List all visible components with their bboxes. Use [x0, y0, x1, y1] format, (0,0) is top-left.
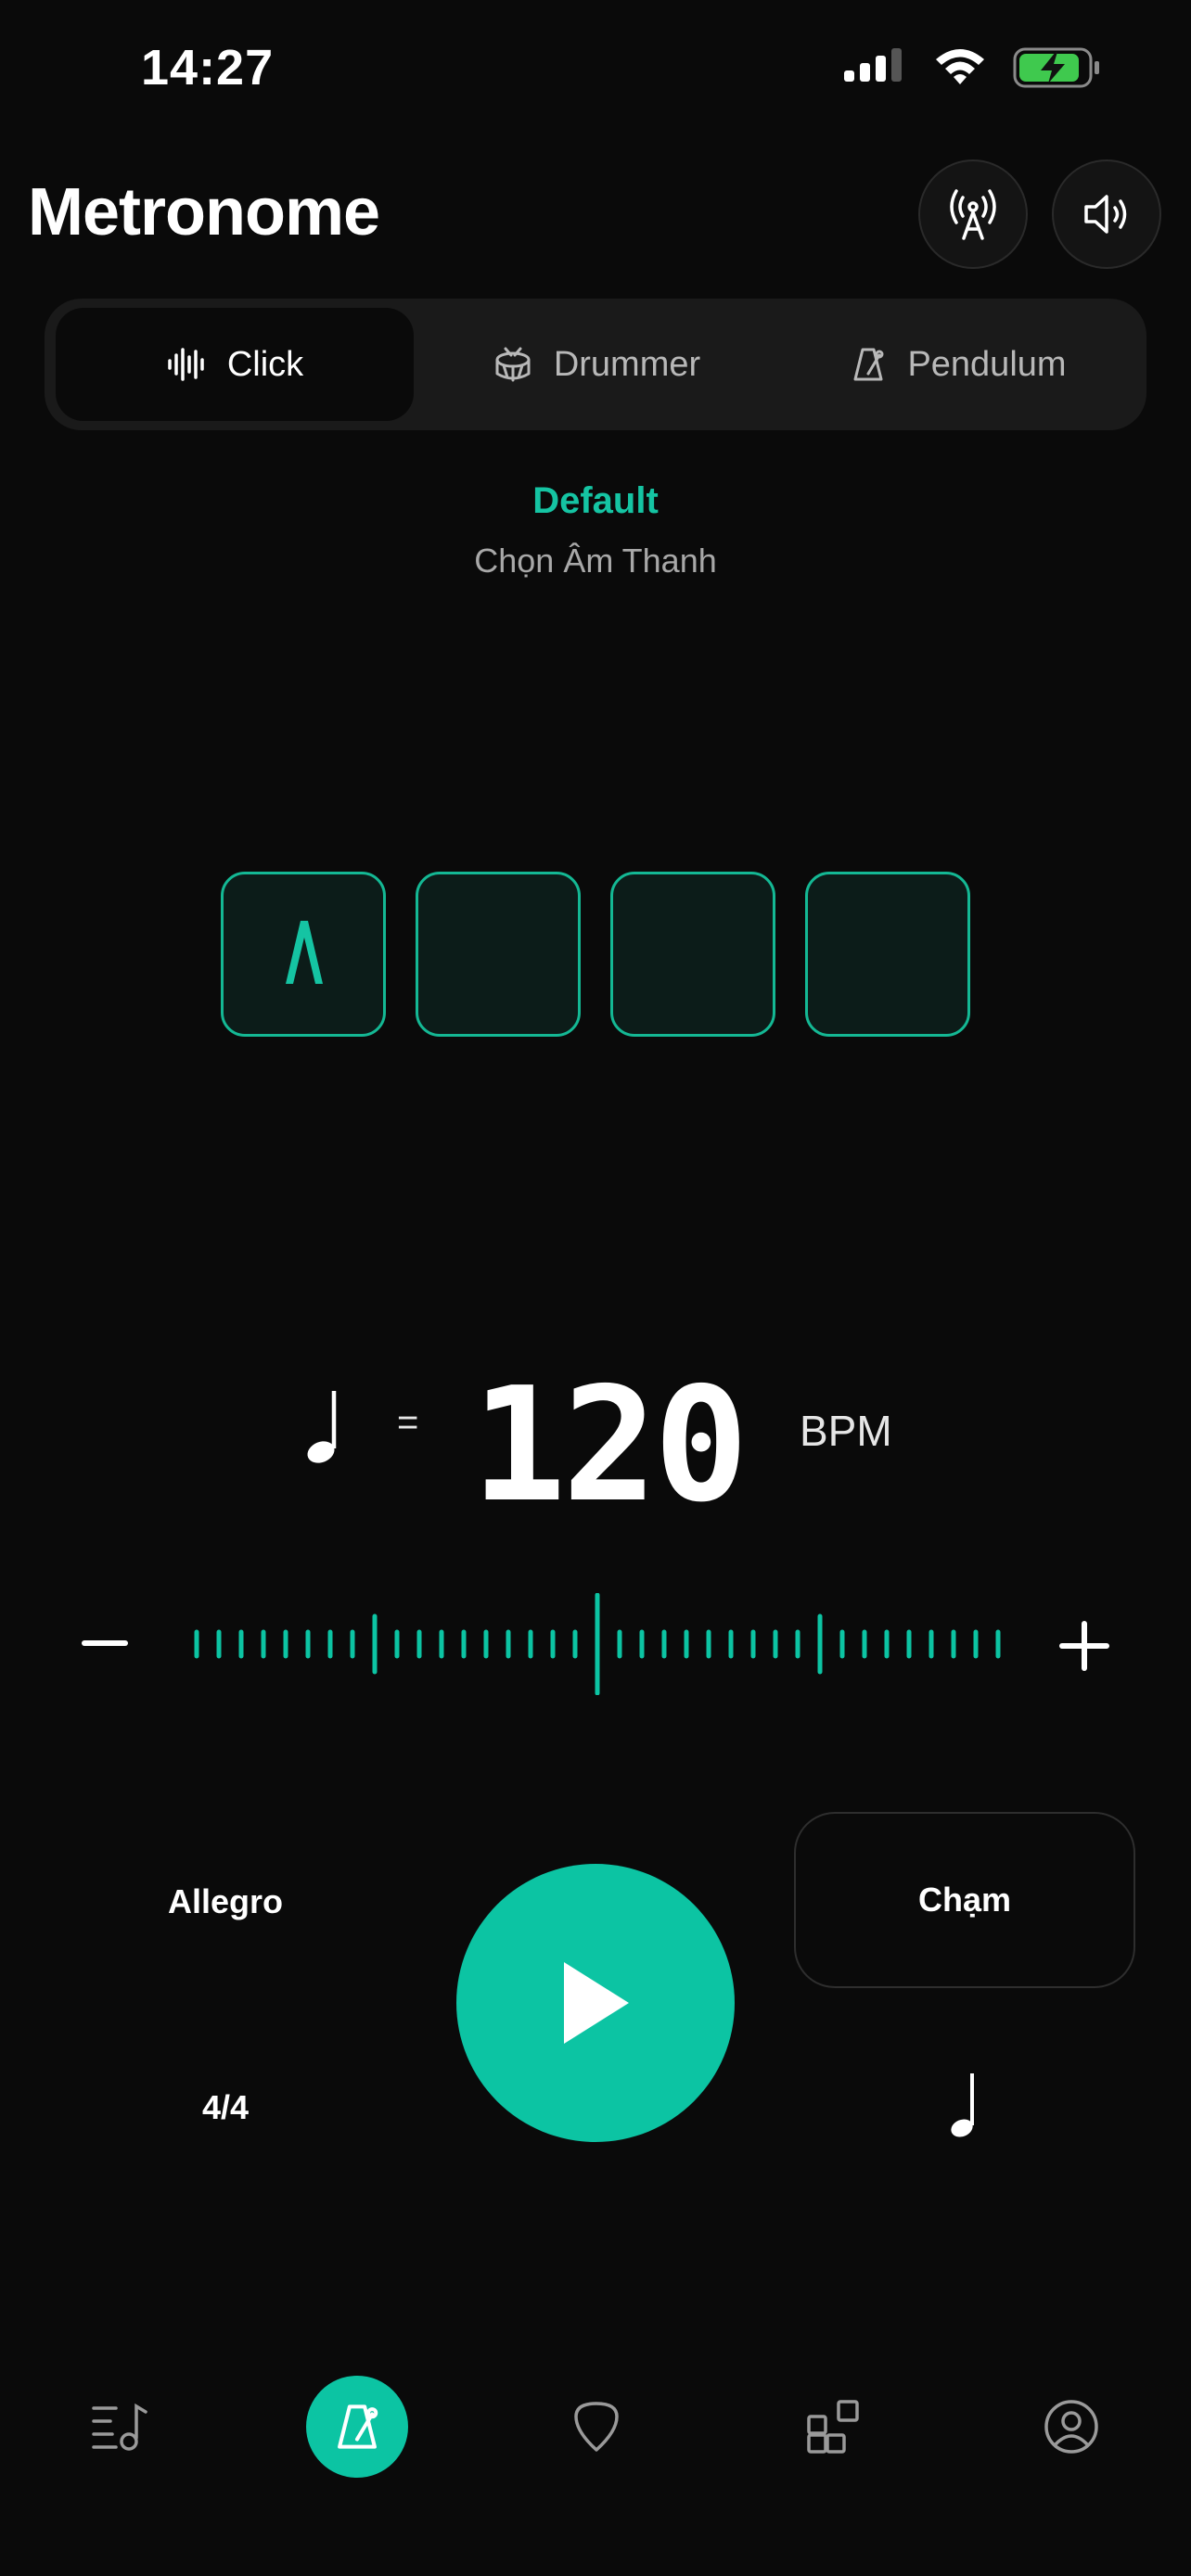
status-icons — [844, 46, 1102, 89]
decrease-tempo-button[interactable] — [82, 1623, 128, 1664]
beat-indicator[interactable] — [610, 872, 775, 1037]
music-list-icon — [92, 2403, 147, 2451]
battery-charging-icon — [1013, 47, 1099, 88]
nav-metronome[interactable] — [306, 2376, 408, 2478]
metronome-icon — [853, 348, 884, 381]
nav-library[interactable] — [69, 2376, 171, 2478]
sound-name[interactable]: Default — [0, 480, 1191, 522]
quarter-note-icon — [951, 2073, 974, 2137]
signal-icon — [844, 48, 902, 82]
choose-sound-link[interactable]: Chọn Âm Thanh — [0, 542, 1191, 580]
user-circle-icon — [1044, 2400, 1098, 2454]
play-button[interactable] — [456, 1864, 735, 2142]
tab-label: Pendulum — [907, 344, 1067, 384]
mode-tabs: Click Drummer Pendulum — [45, 299, 1146, 430]
play-icon — [564, 1962, 629, 2044]
apps-icon — [807, 2400, 859, 2454]
time-signature-button[interactable]: 4/4 — [121, 2088, 330, 2127]
minus-icon — [82, 1640, 128, 1646]
antenna-icon — [950, 189, 996, 240]
tab-label: Click — [226, 344, 304, 384]
guitar-pick-icon — [574, 2402, 619, 2452]
nav-pick[interactable] — [545, 2376, 647, 2478]
accent-icon — [286, 921, 323, 984]
tempo-slider[interactable] — [186, 1593, 1011, 1695]
beat-indicator-accent[interactable] — [221, 872, 386, 1037]
drum-icon — [495, 347, 531, 382]
tab-drummer[interactable]: Drummer — [416, 308, 777, 421]
nav-apps[interactable] — [783, 2376, 885, 2478]
status-time: 14:27 — [141, 40, 275, 96]
tap-tempo-button[interactable]: Chạm — [794, 1812, 1135, 1988]
bpm-unit: BPM — [800, 1407, 892, 1455]
page-title: Metronome — [28, 175, 380, 249]
beat-indicator[interactable] — [805, 872, 970, 1037]
plus-icon — [1059, 1621, 1109, 1671]
wifi-icon — [936, 49, 984, 84]
subdivision-button[interactable] — [944, 2070, 981, 2147]
volume-icon — [1084, 195, 1127, 234]
metronome-icon — [338, 2404, 378, 2449]
equals-sign: = — [397, 1402, 419, 1443]
sound-button[interactable] — [1052, 159, 1161, 269]
beat-indicator[interactable] — [416, 872, 581, 1037]
tab-label: Drummer — [553, 344, 701, 384]
waveform-icon — [168, 348, 204, 381]
broadcast-button[interactable] — [918, 159, 1028, 269]
nav-profile[interactable] — [1020, 2376, 1122, 2478]
bpm-value[interactable]: 120 — [471, 1354, 749, 1537]
tab-pendulum[interactable]: Pendulum — [779, 308, 1137, 421]
quarter-note-icon — [297, 1387, 345, 1472]
increase-tempo-button[interactable] — [1059, 1621, 1109, 1671]
tab-click[interactable]: Click — [56, 308, 414, 421]
tempo-marking-button[interactable]: Allegro — [121, 1882, 330, 1921]
